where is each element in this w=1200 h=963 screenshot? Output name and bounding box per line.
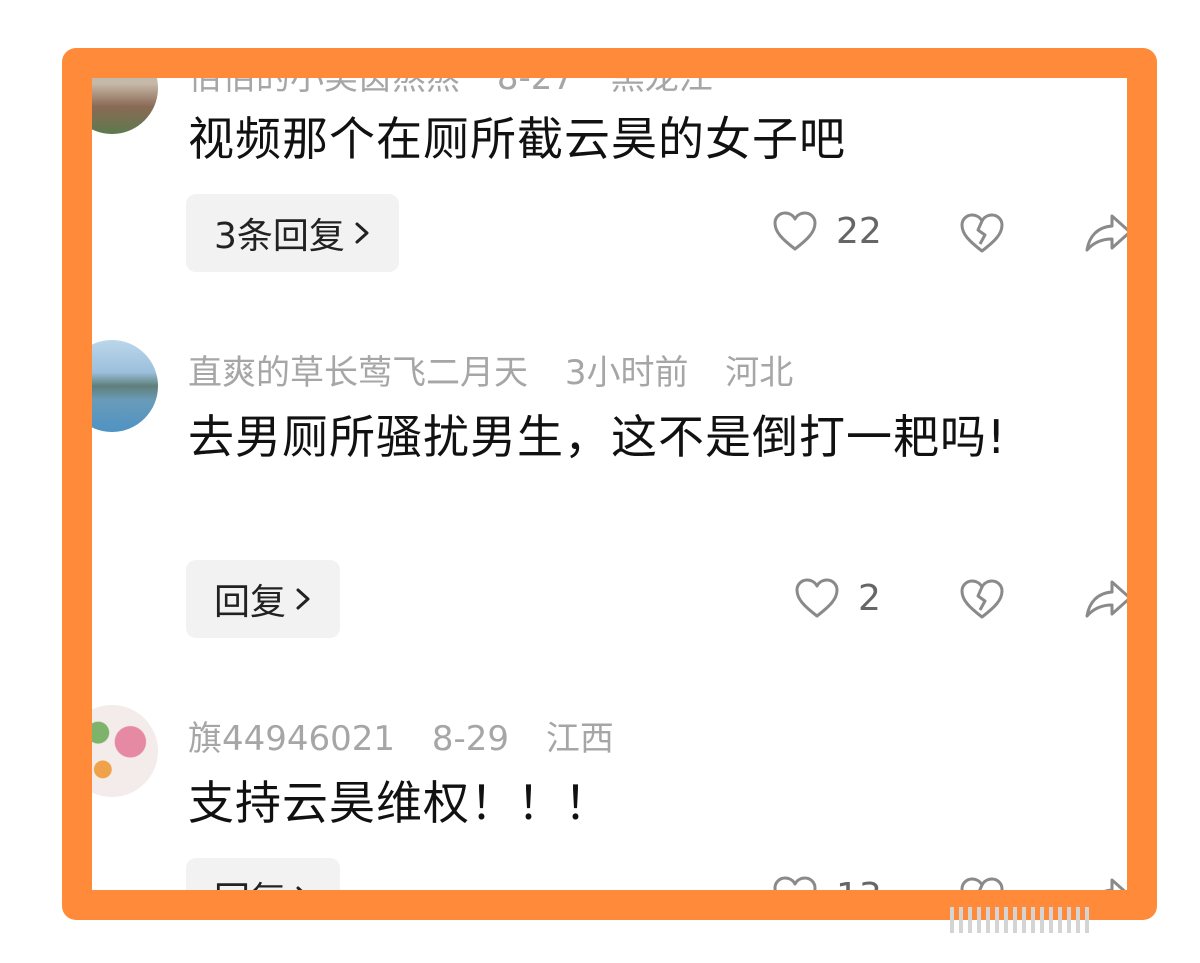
chevron-right-icon: [296, 588, 310, 610]
reply-label: 3条回复: [214, 216, 345, 257]
like-count: 13: [836, 875, 882, 917]
comment-text: 去男厕所骚扰男生，这不是倒打一耙吗!: [188, 410, 1007, 464]
heart-icon: [773, 876, 817, 890]
dislike-button[interactable]: [958, 577, 1006, 625]
chevron-right-icon: [355, 222, 369, 244]
comment-time: 3小时前: [564, 353, 689, 393]
chevron-right-icon: [296, 886, 303, 890]
comment-text: 视频那个在厕所截云昊的女子吧: [188, 112, 846, 166]
avatar[interactable]: [92, 78, 158, 134]
comment-text: 支持云昊维权！！！: [188, 776, 611, 830]
like-button[interactable]: 22: [772, 210, 882, 252]
comment-time: 8-27: [496, 58, 574, 98]
share-button[interactable]: [1084, 212, 1127, 258]
username[interactable]: 直爽的草长莺飞二月天: [188, 353, 528, 393]
comment-list: 佰佰的小美茵熬熬 8-27 黑龙江 视频那个在厕所截云昊的女子吧 3条回复 22: [92, 58, 1127, 920]
highlight-frame: 佰佰的小美茵熬熬 8-27 黑龙江 视频那个在厕所截云昊的女子吧 3条回复 22: [62, 48, 1157, 920]
comment-meta: 旗44946021 8-29 江西: [188, 711, 614, 760]
comment-location: 黑龙江: [610, 58, 713, 98]
share-button[interactable]: [1084, 578, 1127, 624]
like-button[interactable]: 2: [794, 577, 881, 619]
username[interactable]: 旗44946021: [188, 719, 395, 759]
reply-button[interactable]: 回复: [186, 560, 341, 638]
avatar[interactable]: [92, 340, 158, 432]
like-count: 2: [858, 577, 881, 619]
username[interactable]: 佰佰的小美茵熬熬: [188, 78, 460, 98]
comment-location: 江西: [545, 719, 614, 759]
heart-icon: [773, 211, 817, 251]
avatar[interactable]: [92, 705, 158, 797]
heart-icon: [795, 578, 839, 618]
comment-time: 8-29: [431, 719, 510, 759]
broken-heart-icon: [960, 579, 1004, 619]
share-icon: [1085, 214, 1127, 252]
broken-heart-icon: [960, 213, 1004, 253]
comment-location: 河北: [725, 353, 794, 393]
reply-button[interactable]: 3条回复: [186, 194, 399, 272]
like-count: 22: [836, 210, 882, 252]
comment-meta: 佰佰的小美茵熬熬 8-27 黑龙江: [188, 58, 713, 99]
comment-meta: 直爽的草长莺飞二月天 3小时前 河北: [188, 345, 793, 394]
share-icon: [1085, 580, 1127, 618]
reply-button[interactable]: 回复: [186, 858, 341, 920]
watermark: [950, 900, 1175, 940]
like-button[interactable]: 13: [772, 875, 882, 917]
reply-label: 回复: [214, 880, 287, 920]
dislike-button[interactable]: [958, 211, 1006, 259]
reply-label: 回复: [214, 582, 287, 623]
